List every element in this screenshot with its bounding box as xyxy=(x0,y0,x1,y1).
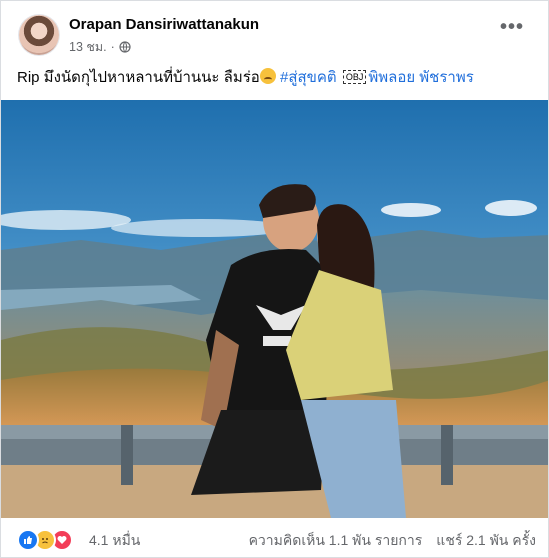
reaction-icons[interactable] xyxy=(17,529,73,551)
author-name[interactable]: Orapan Dansiriwattanakun xyxy=(69,16,259,33)
post-footer: 4.1 หมื่น ความคิดเห็น 1.1 พัน รายการ แชร… xyxy=(1,518,548,557)
engagement-stats: ความคิดเห็น 1.1 พัน รายการ แชร์ 2.1 พัน … xyxy=(249,530,536,552)
author-avatar[interactable] xyxy=(19,15,59,55)
post-card: Orapan Dansiriwattanakun 13 ชม. · ••• Ri… xyxy=(0,0,549,558)
post-meta: 13 ชม. · xyxy=(69,37,131,57)
shares-count[interactable]: แชร์ 2.1 พัน ครั้ง xyxy=(436,530,536,552)
post-header: Orapan Dansiriwattanakun 13 ชม. · ••• xyxy=(1,1,548,63)
comments-count[interactable]: ความคิดเห็น 1.1 พัน รายการ xyxy=(249,530,423,552)
mention-link[interactable]: พิพลอย พัชราพร xyxy=(368,69,473,86)
post-caption: Rip มึงนัดกุไปหาหลานที่บ้านนะ ลืมร่อ #สู… xyxy=(17,68,474,88)
post-photo[interactable] xyxy=(1,100,548,518)
sad-face-emoji xyxy=(259,68,276,84)
obj-marker: OBJ xyxy=(342,70,367,84)
more-options-icon[interactable]: ••• xyxy=(500,17,524,37)
post-time[interactable]: 13 ชม. xyxy=(69,37,107,57)
hashtag-link[interactable]: #สู่สุขคติ xyxy=(280,69,337,86)
reaction-count[interactable]: 4.1 หมื่น xyxy=(89,530,140,552)
caption-text: Rip มึงนัดกุไปหาหลานที่บ้านนะ ลืมร่อ xyxy=(17,69,260,86)
like-icon xyxy=(17,529,39,551)
globe-icon[interactable] xyxy=(119,41,131,53)
